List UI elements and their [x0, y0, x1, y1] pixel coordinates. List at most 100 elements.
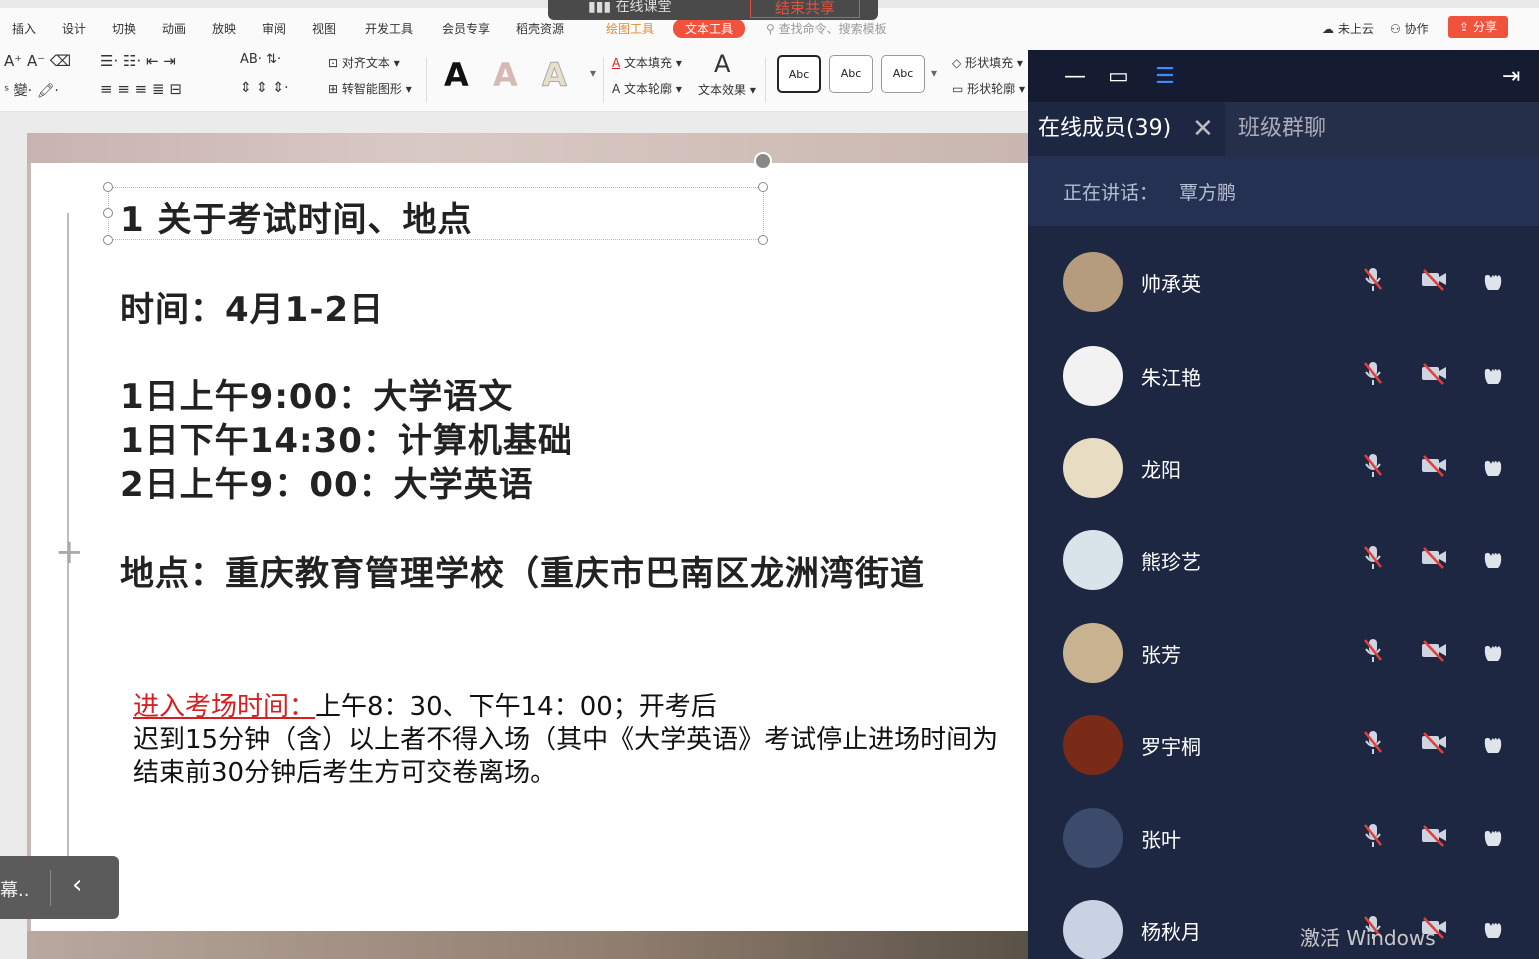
- schedule-item[interactable]: 1日上午9:00：大学语文: [120, 369, 513, 418]
- member-row[interactable]: 张芳: [1028, 613, 1539, 693]
- pill-divider: [50, 870, 51, 906]
- mic-muted-icon[interactable]: [1358, 264, 1388, 294]
- camera-off-icon[interactable]: [1419, 727, 1449, 757]
- camera-off-icon[interactable]: [1419, 542, 1449, 572]
- tab-member[interactable]: 会员专享: [442, 20, 490, 37]
- command-search[interactable]: ⚲ 查找命令、搜索模板: [766, 20, 887, 37]
- shape-style-3[interactable]: Abc: [881, 55, 925, 93]
- resize-handle[interactable]: [758, 235, 768, 245]
- mic-muted-icon[interactable]: [1358, 727, 1388, 757]
- resize-handle[interactable]: [103, 182, 113, 192]
- raise-hand-icon[interactable]: [1479, 912, 1509, 942]
- raise-hand-icon[interactable]: [1479, 542, 1509, 572]
- member-row[interactable]: 张叶: [1028, 798, 1539, 878]
- font-size-increase-icon[interactable]: A⁺ A⁻ ⌫: [4, 52, 71, 70]
- raise-hand-icon[interactable]: [1479, 727, 1509, 757]
- share-button[interactable]: ⇪ 分享: [1448, 16, 1508, 38]
- mic-muted-icon[interactable]: [1358, 542, 1388, 572]
- member-name: 帅承英: [1141, 272, 1201, 296]
- tab-developer[interactable]: 开发工具: [365, 20, 413, 37]
- close-icon[interactable]: ✕: [1192, 102, 1214, 156]
- text-outline-button[interactable]: A 文本轮廓 ▾: [612, 80, 682, 97]
- slide-heading[interactable]: 1 关于考试时间、地点: [120, 192, 473, 241]
- slide-panel-toggle[interactable]: 幕.. ‹: [0, 856, 119, 919]
- raise-hand-icon[interactable]: [1479, 635, 1509, 665]
- tab-review[interactable]: 审阅: [262, 20, 286, 37]
- cloud-status[interactable]: ☁ 未上云: [1322, 20, 1374, 37]
- resize-handle[interactable]: [103, 235, 113, 245]
- entry-time-line[interactable]: 进入考场时间：上午8：30、下午14：00；开考后: [133, 686, 717, 723]
- late-rule[interactable]: 迟到15分钟（含）以上者不得入场（其中《大学英语》考试停止进场时间为: [133, 719, 998, 756]
- tab-docer[interactable]: 稻壳资源: [516, 20, 564, 37]
- add-icon[interactable]: +: [55, 532, 84, 572]
- schedule-item[interactable]: 2日上午9：00：大学英语: [120, 457, 534, 506]
- avatar: [1063, 438, 1123, 498]
- member-row[interactable]: 杨秋月: [1028, 890, 1539, 959]
- mic-muted-icon[interactable]: [1358, 820, 1388, 850]
- text-effect-button[interactable]: 文本效果 ▾: [698, 81, 756, 98]
- shape-style-1[interactable]: Abc: [777, 55, 821, 93]
- mic-muted-icon[interactable]: [1358, 450, 1388, 480]
- tab-transition[interactable]: 切换: [112, 20, 136, 37]
- activation-watermark: 激活 Windows: [1300, 926, 1436, 950]
- wordart-style-outline[interactable]: A: [542, 56, 568, 95]
- wordart-more-icon[interactable]: ▾: [590, 66, 596, 80]
- raise-hand-icon[interactable]: [1479, 450, 1509, 480]
- shape-outline-button[interactable]: ▭ 形状轮廓 ▾: [952, 80, 1025, 97]
- member-row[interactable]: 熊珍艺: [1028, 520, 1539, 600]
- camera-off-icon[interactable]: [1419, 450, 1449, 480]
- maximize-icon[interactable]: ▭: [1108, 64, 1129, 89]
- member-row[interactable]: 朱江艳: [1028, 336, 1539, 416]
- minimize-icon[interactable]: —: [1064, 64, 1086, 89]
- shape-fill-button[interactable]: ◇ 形状填充 ▾: [952, 54, 1023, 71]
- raise-hand-icon[interactable]: [1479, 358, 1509, 388]
- leave-rule[interactable]: 结束前30分钟后考生方可交卷离场。: [133, 752, 556, 789]
- speaking-name: 覃方鹏: [1179, 182, 1237, 204]
- text-effect-icon[interactable]: A: [714, 50, 730, 78]
- member-row[interactable]: 帅承英: [1028, 242, 1539, 322]
- screen-share-bar: ▮▮▮ 在线课堂 结束共享: [548, 0, 878, 20]
- collab-button[interactable]: ⚇ 协作: [1390, 20, 1429, 37]
- shape-style-more-icon[interactable]: ▾: [931, 66, 937, 80]
- camera-off-icon[interactable]: [1419, 635, 1449, 665]
- tab-class-chat[interactable]: 班级群聊: [1238, 102, 1326, 156]
- camera-off-icon[interactable]: [1419, 820, 1449, 850]
- raise-hand-icon[interactable]: [1479, 264, 1509, 294]
- bullets-icon[interactable]: ☰· ☷· ⇤ ⇥: [100, 52, 176, 70]
- resize-handle[interactable]: [758, 182, 768, 192]
- resize-handle[interactable]: [103, 208, 113, 218]
- smart-shape-button[interactable]: ⊞ 转智能图形 ▾: [328, 80, 412, 97]
- schedule-item[interactable]: 1日下午14:30：计算机基础: [120, 413, 573, 462]
- member-row[interactable]: 龙阳: [1028, 428, 1539, 508]
- raise-hand-icon[interactable]: [1479, 820, 1509, 850]
- tab-view[interactable]: 视图: [312, 20, 336, 37]
- end-share-button[interactable]: 结束共享: [750, 0, 860, 18]
- align-text-button[interactable]: ⊡ 对齐文本 ▾: [328, 54, 400, 71]
- text-fill-button[interactable]: A 文本填充 ▾: [612, 54, 682, 71]
- exit-panel-icon[interactable]: ⇥: [1502, 64, 1520, 89]
- tab-animation[interactable]: 动画: [162, 20, 186, 37]
- mic-muted-icon[interactable]: [1358, 635, 1388, 665]
- phonetic-icon[interactable]: ˢ 變· 🖍·: [4, 80, 59, 100]
- exam-time[interactable]: 时间：4月1-2日: [120, 282, 384, 331]
- camera-off-icon[interactable]: [1419, 264, 1449, 294]
- mic-muted-icon[interactable]: [1358, 358, 1388, 388]
- rotate-handle-icon[interactable]: [754, 152, 772, 170]
- tab-text-tools[interactable]: 文本工具: [673, 19, 746, 38]
- panel-toggle-label: 幕..: [0, 880, 30, 901]
- tab-slideshow[interactable]: 放映: [212, 20, 236, 37]
- member-row[interactable]: 罗宇桐: [1028, 705, 1539, 785]
- menu-icon[interactable]: ☰: [1155, 64, 1175, 89]
- align-icons[interactable]: ≡ ≡ ≡ ≣ ⊟: [100, 80, 182, 98]
- tab-insert[interactable]: 插入: [12, 20, 36, 37]
- wordart-style-black[interactable]: A: [444, 56, 469, 94]
- text-direction-icon[interactable]: AB· ⇅·: [240, 52, 281, 67]
- shape-style-2[interactable]: Abc: [829, 55, 873, 93]
- line-spacing-icons[interactable]: ⇕ ⇕ ⇕·: [240, 80, 289, 96]
- wordart-style-pink[interactable]: A: [493, 56, 518, 94]
- chevron-left-icon[interactable]: ‹: [72, 870, 82, 900]
- exam-location[interactable]: 地点：重庆教育管理学校（重庆市巴南区龙洲湾街道: [120, 546, 925, 595]
- tab-design[interactable]: 设计: [62, 20, 86, 37]
- camera-off-icon[interactable]: [1419, 358, 1449, 388]
- tab-drawing-tools[interactable]: 绘图工具: [606, 20, 654, 37]
